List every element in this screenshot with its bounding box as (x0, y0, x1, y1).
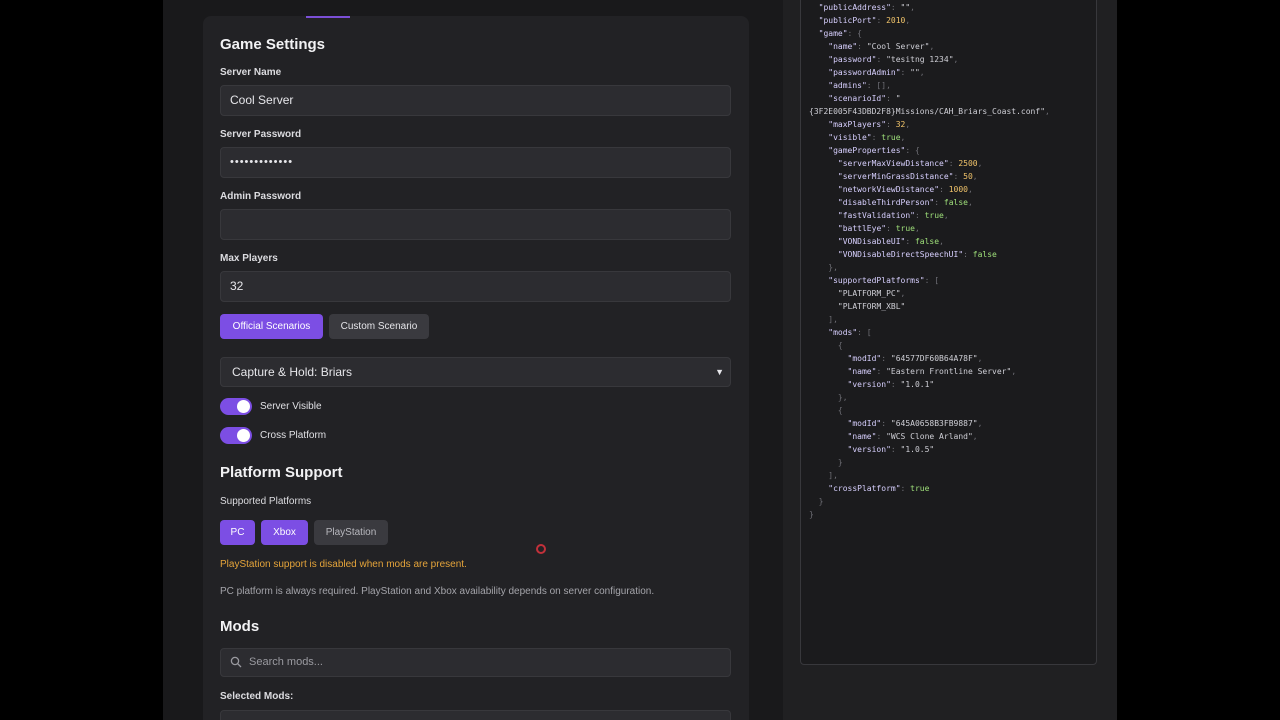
settings-card: Game Settings Server Name Cool Server Se… (203, 16, 749, 720)
json-line: "battlEye": true, (837, 224, 920, 233)
json-line: "fastValidation": true, (837, 211, 949, 220)
supported-platforms-label: Supported Platforms (220, 496, 312, 507)
json-line: "version": "1.0.5" (847, 445, 935, 454)
json-line: "visible": true, (828, 133, 906, 142)
json-line: "maxPlayers": 32, (828, 120, 911, 129)
mods-title: Mods (220, 618, 260, 635)
max-players-input[interactable]: 32 (220, 271, 731, 302)
json-line: "modId": "645A0658B3FB9887", (847, 419, 983, 428)
config-preview-panel: "publicAddress": "", "publicPort": 2010,… (800, 0, 1097, 665)
platform-support-title: Platform Support (220, 464, 343, 481)
json-line: { (809, 341, 843, 350)
config-json-code: "publicAddress": "", "publicPort": 2010,… (809, 1, 1050, 521)
json-line: "password": "tesitng 1234", (828, 55, 959, 64)
server-name-label: Server Name (220, 67, 282, 78)
json-line: "publicPort": 2010, (818, 16, 911, 25)
search-icon (230, 656, 242, 668)
max-players-label: Max Players (220, 253, 278, 264)
json-line: "serverMinGrassDistance": 50, (837, 172, 978, 181)
json-line: "name": "Eastern Frontline Server", (847, 367, 1017, 376)
json-line: "PLATFORM_XBL" (837, 302, 906, 311)
json-line: "name": "Cool Server", (828, 42, 935, 51)
json-line: "passwordAdmin": "", (828, 68, 925, 77)
json-line: "PLATFORM_PC", (837, 289, 906, 298)
server-name-input[interactable]: Cool Server (220, 85, 731, 116)
platform-xbox-button[interactable]: Xbox (261, 520, 308, 545)
json-line: "crossPlatform": true (828, 484, 930, 493)
json-line: "serverMaxViewDistance": 2500, (837, 159, 983, 168)
server-password-label: Server Password (220, 129, 302, 140)
json-line: "publicAddress": "", (818, 3, 915, 12)
mods-search-placeholder: Search mods... (249, 656, 323, 668)
cross-platform-toggle[interactable] (220, 427, 252, 444)
json-line: } (809, 510, 814, 519)
platform-playstation-button[interactable]: PlayStation (314, 520, 388, 545)
json-line: "VONDisableUI": false, (837, 237, 944, 246)
platform-note: PC platform is always required. PlayStat… (220, 586, 655, 597)
game-settings-title: Game Settings (220, 36, 326, 53)
json-line: "networkViewDistance": 1000, (837, 185, 973, 194)
admin-password-label: Admin Password (220, 191, 302, 202)
server-password-input[interactable]: ••••••••••••• (220, 147, 731, 178)
selected-mods-label: Selected Mods: (220, 691, 294, 702)
json-line: {3F2E005F43DBD2F8}Missions/CAH_Briars_Co… (809, 107, 1050, 116)
json-line: "modId": "64577DF60B64A78F", (847, 354, 983, 363)
selected-mods-list (220, 710, 731, 720)
json-line: "gameProperties": { (828, 146, 920, 155)
json-line: "game": { (818, 29, 862, 38)
official-scenarios-tab[interactable]: Official Scenarios (220, 314, 323, 339)
json-line: "name": "WCS Clone Arland", (847, 432, 978, 441)
json-line: ], (809, 315, 838, 324)
chevron-down-icon: ▼ (715, 367, 724, 377)
json-line: { (809, 406, 843, 415)
scenario-select-value: Capture & Hold: Briars (232, 365, 353, 379)
json-line: "scenarioId": " (828, 94, 901, 103)
admin-password-input[interactable] (220, 209, 731, 240)
app-page: Game Settings Server Name Cool Server Se… (163, 0, 1117, 720)
mods-search-input[interactable]: Search mods... (220, 648, 731, 677)
scenario-select[interactable]: Capture & Hold: Briars ▼ (220, 357, 731, 387)
cross-platform-label: Cross Platform (260, 430, 327, 441)
platform-pc-button[interactable]: PC (220, 520, 255, 545)
json-line: } (809, 497, 824, 506)
active-tab-indicator (306, 16, 350, 18)
json-line: "disableThirdPerson": false, (837, 198, 973, 207)
json-line: }, (809, 393, 848, 402)
json-line: "supportedPlatforms": [ (828, 276, 940, 285)
json-line: "version": "1.0.1" (847, 380, 935, 389)
cursor-forbidden-icon (536, 544, 546, 554)
server-visible-toggle[interactable] (220, 398, 252, 415)
json-line: } (809, 458, 843, 467)
custom-scenario-tab[interactable]: Custom Scenario (329, 314, 429, 339)
server-visible-label: Server Visible (260, 401, 322, 412)
json-line: "VONDisableDirectSpeechUI": false (837, 250, 997, 259)
json-line: ], (809, 471, 838, 480)
json-line: "mods": [ (828, 328, 872, 337)
json-line: }, (809, 263, 838, 272)
playstation-warning: PlayStation support is disabled when mod… (220, 559, 467, 570)
json-line: "admins": [], (828, 81, 891, 90)
